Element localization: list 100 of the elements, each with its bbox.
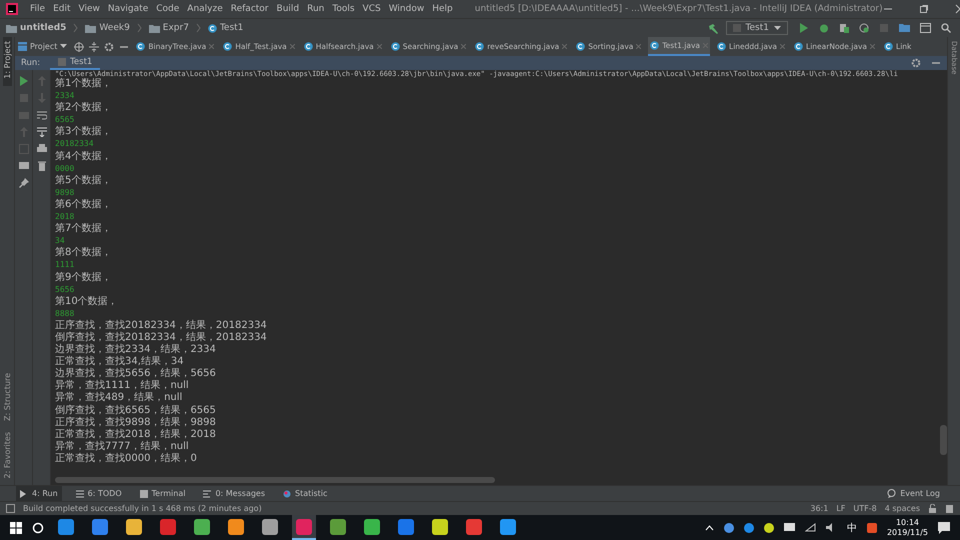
status-item[interactable]: LF <box>836 504 846 513</box>
status-icon <box>6 504 15 513</box>
run-icon[interactable] <box>799 23 809 33</box>
tray-app-icon[interactable] <box>744 522 754 532</box>
chevron-up-icon[interactable] <box>704 524 714 530</box>
menu-item[interactable]: VCS <box>358 4 385 14</box>
menu-item[interactable]: File <box>26 4 50 14</box>
print-icon[interactable] <box>36 144 46 154</box>
output-text: 正序查找，查找20182334，结果，20182334 <box>55 320 268 332</box>
tray-app-icon[interactable] <box>764 522 774 532</box>
prompt-text: 第9个数据， <box>55 272 112 284</box>
user-input-text: 2334 <box>55 90 76 102</box>
breadcrumb[interactable]: Week9 <box>85 23 130 33</box>
debug-icon[interactable] <box>819 23 829 33</box>
tool-window-tab[interactable]: Terminal <box>136 486 190 501</box>
window-icon[interactable] <box>920 23 931 33</box>
tool-window-tab[interactable]: 0: Messages <box>199 486 270 501</box>
target-icon[interactable] <box>74 42 84 52</box>
menu-item[interactable]: View <box>74 4 104 14</box>
clock-date: 2019/11/5 <box>886 528 928 538</box>
class-icon <box>650 41 660 50</box>
menu-item[interactable]: Navigate <box>104 4 152 14</box>
folder-icon[interactable] <box>899 23 910 33</box>
project-view-dropdown[interactable]: Project <box>18 42 68 51</box>
menu-item[interactable]: Refactor <box>226 4 273 14</box>
clock[interactable]: 10:14 2019/11/5 <box>886 518 928 538</box>
settings-icon[interactable] <box>911 58 921 68</box>
restore-icon[interactable] <box>918 4 929 14</box>
scroll-end-icon[interactable] <box>36 127 46 137</box>
breadcrumb[interactable]: Test1 <box>208 23 244 33</box>
menu-item[interactable]: Code <box>152 4 184 14</box>
status-item[interactable]: 4 spaces <box>884 504 920 513</box>
windows-start-icon[interactable] <box>10 522 22 534</box>
menu-item[interactable]: Run <box>303 4 328 14</box>
list-icon <box>76 490 84 498</box>
tool-window-button[interactable]: 1: Project <box>2 37 12 86</box>
tool-window-tab[interactable]: 6: TODO <box>72 486 126 501</box>
prompt-text: 第5个数据， <box>55 174 112 187</box>
user-input-text: 20182334 <box>55 138 95 150</box>
menu-item[interactable]: Help <box>428 4 457 14</box>
tool-window-tab[interactable]: 4: Run <box>16 486 62 501</box>
panel-icon <box>18 42 27 51</box>
status-message: Build completed successfully in 1 s 468 ms (2 minutes ago) <box>23 504 262 513</box>
folder-icon <box>85 24 96 32</box>
run-configuration-dropdown[interactable]: Test1 <box>726 21 788 35</box>
menu-item[interactable]: Window <box>384 4 428 14</box>
breadcrumb[interactable]: untitled5 <box>6 23 66 33</box>
hammer-icon[interactable] <box>708 22 719 34</box>
menu-item[interactable]: Edit <box>49 4 74 14</box>
scrollbar-thumb[interactable] <box>55 477 495 483</box>
tray-window-icon[interactable] <box>784 523 795 532</box>
soft-wrap-icon[interactable] <box>36 110 46 120</box>
tool-window-button[interactable]: Z: Structure <box>2 368 12 428</box>
pin-icon[interactable] <box>18 178 28 188</box>
breadcrumb[interactable]: Expr7 <box>148 23 189 33</box>
user-input-text: 34 <box>55 235 66 247</box>
tray-app-icon[interactable] <box>866 522 877 532</box>
scrollbar-thumb[interactable] <box>940 425 947 455</box>
chevron-icon <box>73 23 78 33</box>
app-logo-icon <box>6 3 18 15</box>
lock-icon[interactable] <box>928 504 937 513</box>
tool-window-tab[interactable]: Statistic <box>279 486 332 501</box>
status-item[interactable]: UTF-8 <box>853 504 877 513</box>
settings-icon[interactable] <box>104 42 114 52</box>
notification-icon[interactable] <box>938 522 950 534</box>
rerun-icon[interactable] <box>18 76 28 86</box>
profiler-icon[interactable] <box>859 23 869 33</box>
chevron-icon <box>136 23 142 33</box>
trash-icon[interactable] <box>36 161 46 171</box>
prompt-text: 第8个数据， <box>55 247 112 260</box>
class-icon <box>208 24 217 32</box>
output-text: 边界查找，查找2334，结果，2334 <box>55 344 217 356</box>
prompt-text: 第2个数据， <box>55 102 112 114</box>
speech-bubble-icon <box>887 489 896 498</box>
menu-item[interactable]: Build <box>272 4 304 14</box>
prompt-text: 第4个数据， <box>55 150 112 163</box>
search-icon[interactable] <box>941 23 951 33</box>
class-icon <box>576 42 586 51</box>
event-log-button[interactable]: Event Log <box>883 486 944 501</box>
search-circle-icon[interactable] <box>32 522 44 534</box>
menu-item[interactable]: Analyze <box>183 4 227 14</box>
collapse-icon[interactable] <box>89 42 100 52</box>
window-title: untitled5 [D:\IDEAAAA\untitled5] - ...\Week9\Expr7\Test1.java - IntelliJ IDEA (Administrator) <box>474 4 883 14</box>
user-input-text: 0000 <box>55 162 76 175</box>
menu-item[interactable]: Tools <box>328 4 359 14</box>
messages-icon <box>203 490 212 498</box>
folder-icon <box>6 24 17 32</box>
run-icon <box>20 490 28 498</box>
prompt-text: 第1个数据， <box>55 78 112 90</box>
folder-icon <box>148 24 160 32</box>
coverage-icon[interactable] <box>839 23 849 33</box>
class-icon <box>794 42 804 51</box>
prompt-text: 第6个数据， <box>55 198 112 212</box>
status-item[interactable]: 36:1 <box>810 504 828 513</box>
taskbar-app[interactable] <box>292 515 316 540</box>
user-input-text: 5656 <box>55 284 76 296</box>
statistic-icon <box>283 490 292 498</box>
tray-app-icon[interactable] <box>724 522 734 532</box>
input-method-indicator[interactable]: 中 <box>846 520 857 534</box>
tool-window-button[interactable]: 2: Favorites <box>2 428 12 485</box>
